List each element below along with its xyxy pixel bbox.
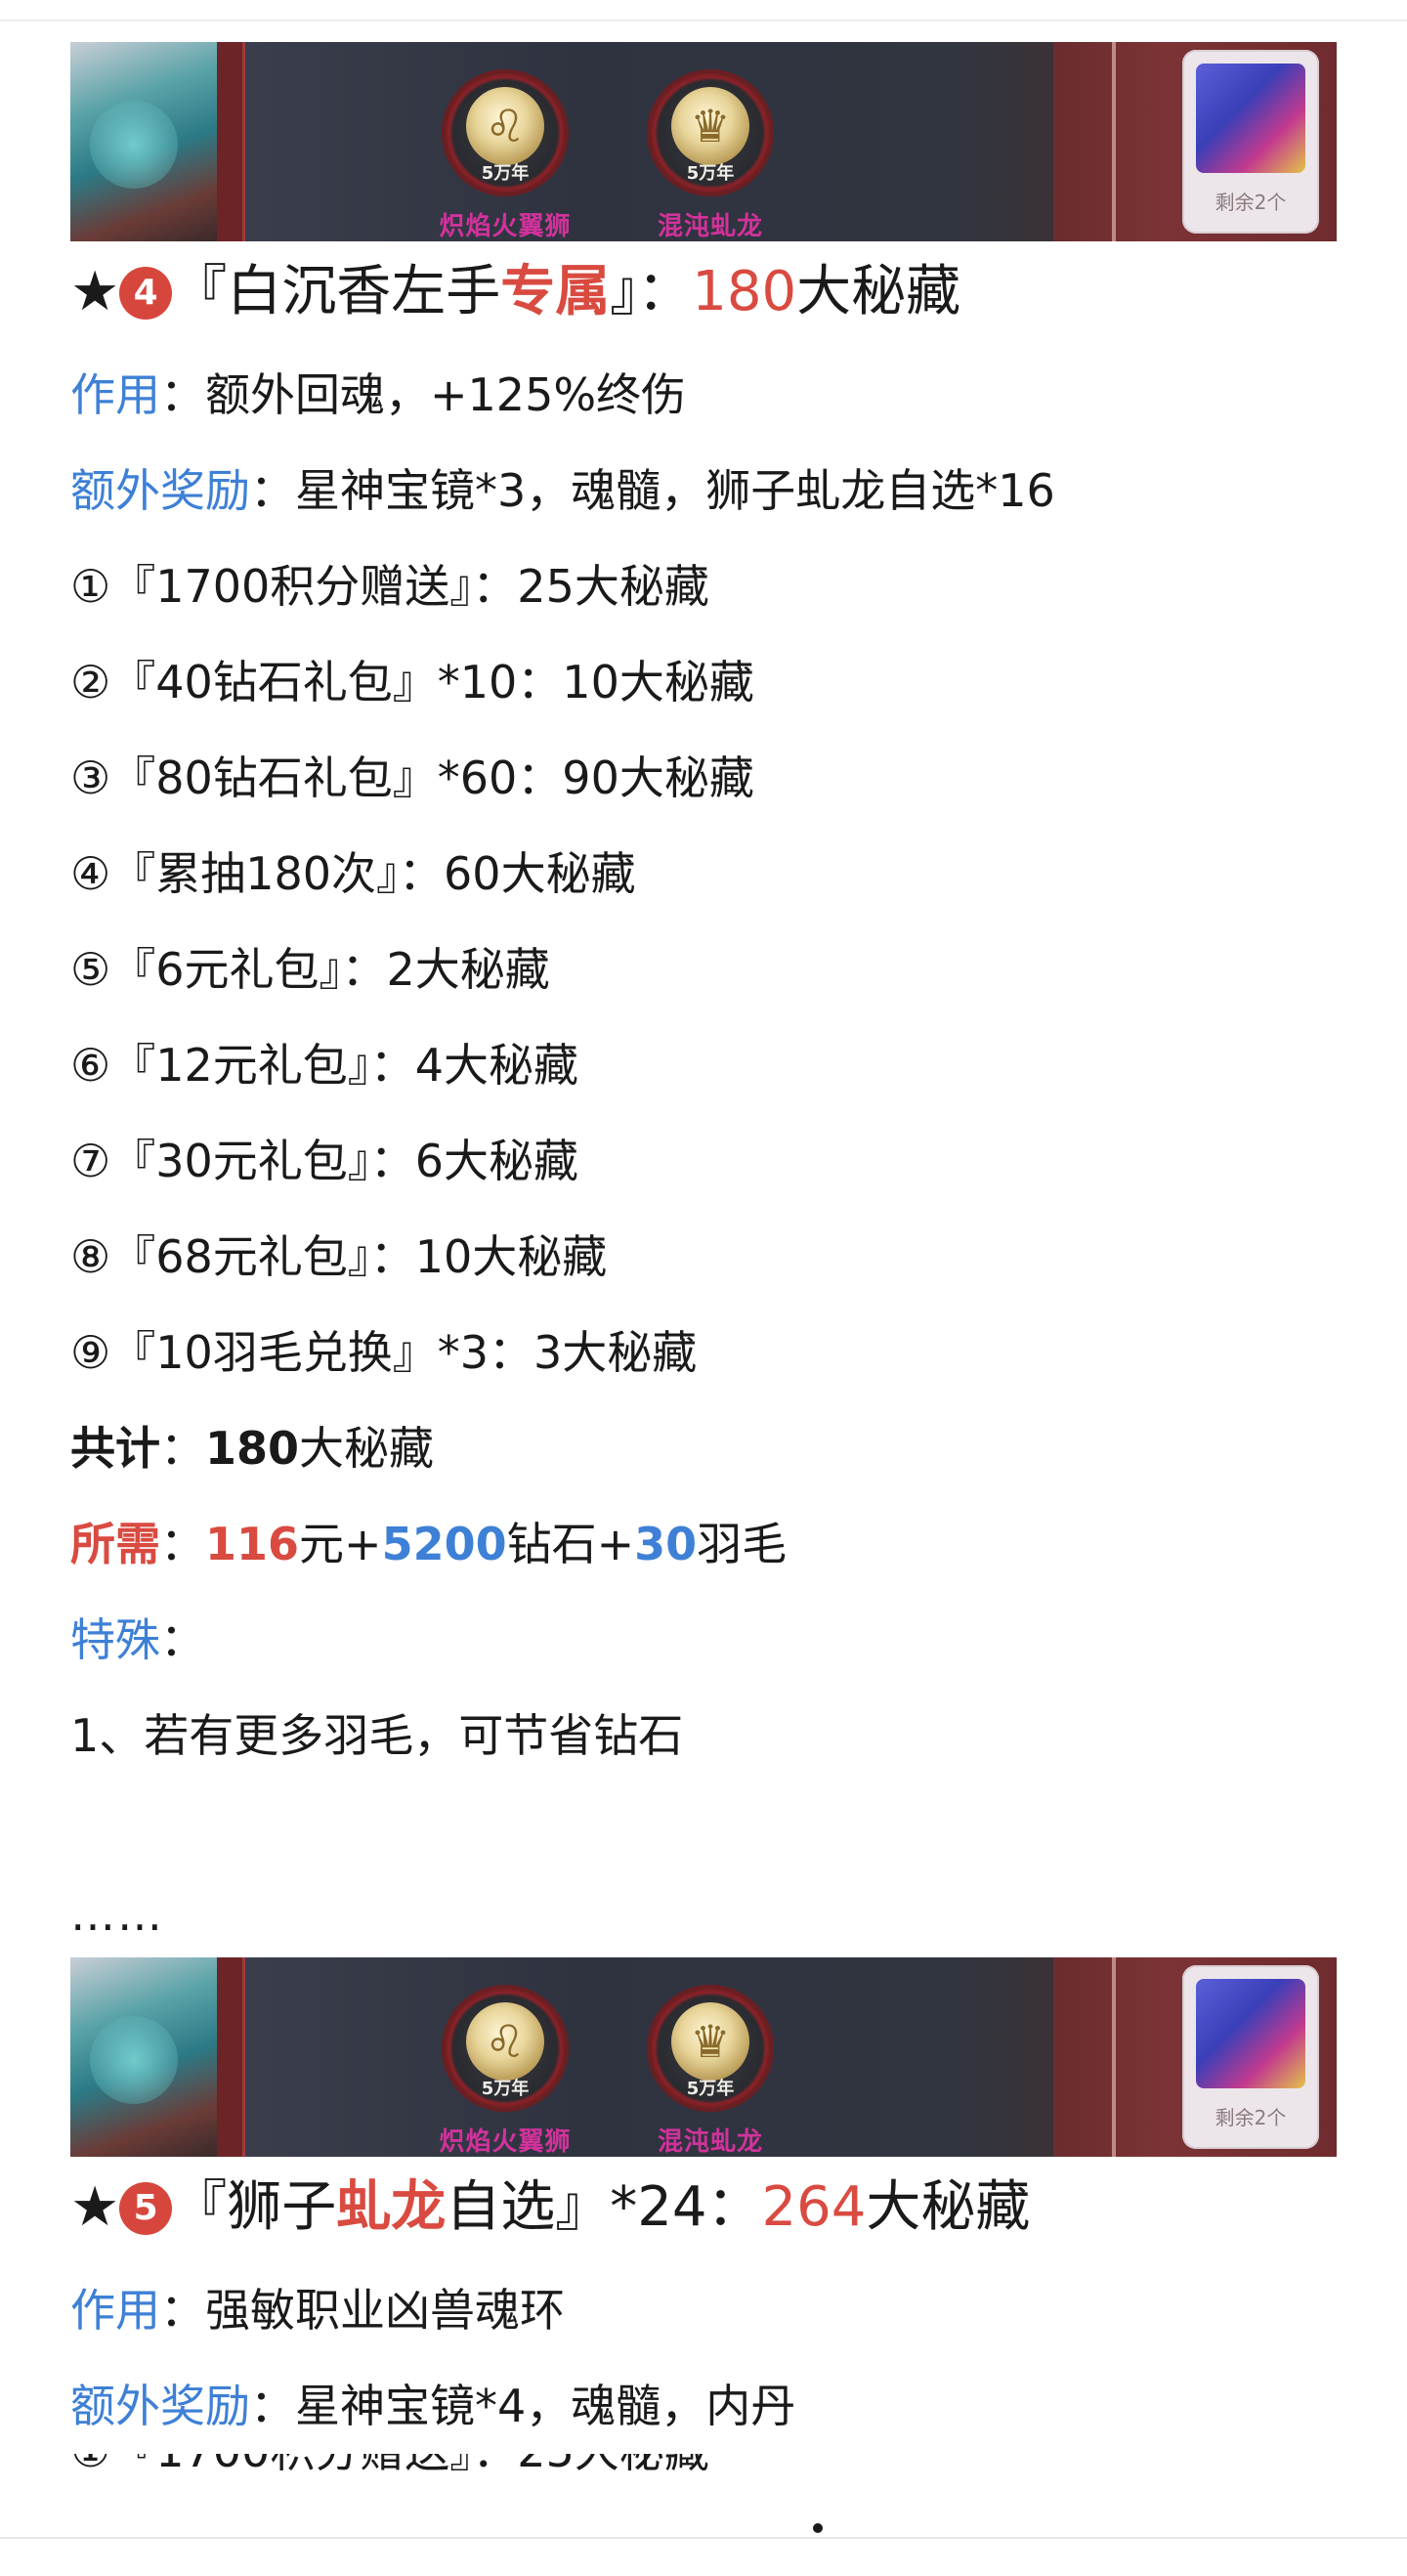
dragon-icon: ♛	[671, 87, 749, 165]
title-value: 180	[692, 260, 797, 323]
bonus-line: 额外奖励：星神宝镜*3，魂髓，狮子虬龙自选*16	[70, 464, 1055, 517]
total-line: 共计：180大秘藏	[70, 1422, 435, 1475]
game-banner-image: ♌ 5万年 炽焰火翼狮 ♛ 5万年 混沌虬龙 剩余2个	[70, 42, 1337, 241]
required-diamond: 5200	[381, 1518, 507, 1570]
emblem-name: 混沌虬龙	[657, 2127, 763, 2157]
top-divider	[0, 20, 1407, 21]
list-item: ①『1700积分赠送』：25大秘藏	[70, 2454, 1337, 2489]
list-item: ④『累抽180次』：60大秘藏	[70, 847, 636, 900]
list-item: ③『80钻石礼包』*60：90大秘藏	[70, 751, 754, 804]
emblem-tag: 5万年	[686, 163, 735, 184]
effect-text: 额外回魂，+125%终伤	[205, 368, 687, 421]
game-banner-image: ♌ 5万年 炽焰火翼狮 ♛ 5万年 混沌虬龙 剩余2个	[70, 1957, 1337, 2157]
reward-panel: 剩余2个	[1053, 1957, 1337, 2157]
character-art	[70, 1957, 217, 2157]
required-feather: 30	[634, 1518, 698, 1570]
list-item: ①『1700积分赠送』：25大秘藏	[70, 560, 709, 613]
effect-label: 作用	[70, 2284, 160, 2337]
treasure-box-icon	[1196, 64, 1305, 173]
lion-icon: ♌	[466, 87, 544, 165]
star-icon: ★	[70, 2175, 120, 2239]
section-title: ★ 5 『狮子虬龙自选』*24：264大秘藏	[70, 2175, 1031, 2239]
banner-frame	[217, 42, 245, 241]
remaining-count: 剩余2个	[1215, 191, 1287, 214]
emblem-tag: 5万年	[481, 163, 530, 184]
emblem-name: 炽焰火翼狮	[439, 212, 572, 241]
special-line: 特殊：	[70, 1613, 205, 1666]
banner-frame	[217, 1957, 245, 2157]
title-value: 264	[761, 2175, 867, 2239]
total-label: 共计	[70, 1422, 160, 1475]
lion-emblem: ♌ 5万年	[442, 1985, 569, 2112]
cut-off-line: ①『1700积分赠送』：25大秘藏	[70, 2454, 1337, 2489]
number-badge: 5	[119, 2182, 173, 2235]
section-title: ★ 4 『白沉香左手专属』：180大秘藏	[70, 260, 961, 323]
list-item: ⑦『30元礼包』：6大秘藏	[70, 1135, 579, 1187]
list-item: ⑨『10羽毛兑换』*3：3大秘藏	[70, 1326, 698, 1379]
special-label: 特殊	[70, 1613, 160, 1666]
lion-icon: ♌	[466, 2002, 544, 2081]
scroll-dot	[813, 2523, 823, 2533]
effect-line: 作用：额外回魂，+125%终伤	[70, 368, 687, 421]
emblem-tag: 5万年	[481, 2079, 530, 2099]
reward-panel: 剩余2个	[1053, 42, 1337, 241]
bonus-text: 星神宝镜*4，魂髓，内丹	[295, 2380, 796, 2432]
dragon-emblem: ♛ 5万年	[647, 69, 774, 196]
required-yuan: 116	[205, 1518, 300, 1570]
effect-text: 强敏职业凶兽魂环	[205, 2284, 565, 2337]
bonus-label: 额外奖励	[70, 2380, 250, 2432]
title-highlight: 虬龙	[336, 2175, 447, 2239]
emblem-name: 炽焰火翼狮	[439, 2127, 572, 2157]
number-badge: 4	[119, 267, 173, 320]
article-body: ♌ 5万年 炽焰火翼狮 ♛ 5万年 混沌虬龙 剩余2个 ★ 4 『白沉香左手专属』：…	[70, 42, 1337, 2489]
required-label: 所需	[70, 1518, 160, 1570]
star-icon: ★	[70, 260, 120, 323]
remaining-count: 剩余2个	[1215, 2106, 1287, 2129]
special-note: 1、若有更多羽毛，可节省钻石	[70, 1709, 684, 1762]
list-item: ⑧『68元礼包』：10大秘藏	[70, 1230, 608, 1283]
treasure-box-icon	[1196, 1979, 1305, 2088]
ellipsis: ……	[70, 1888, 164, 1941]
emblem-name: 混沌虬龙	[657, 212, 763, 241]
emblem-tag: 5万年	[686, 2079, 735, 2099]
character-art	[70, 42, 217, 241]
dragon-icon: ♛	[671, 2002, 749, 2081]
bonus-text: 星神宝镜*3，魂髓，狮子虬龙自选*16	[295, 464, 1055, 517]
effect-line: 作用：强敏职业凶兽魂环	[70, 2284, 565, 2337]
reward-card: 剩余2个	[1182, 50, 1319, 234]
list-item: ②『40钻石礼包』*10：10大秘藏	[70, 656, 754, 708]
bonus-line: 额外奖励：星神宝镜*4，魂髓，内丹	[70, 2380, 796, 2432]
bonus-label: 额外奖励	[70, 464, 250, 517]
dragon-emblem: ♛ 5万年	[647, 1985, 774, 2112]
list-item: ⑤『6元礼包』：2大秘藏	[70, 943, 550, 996]
lion-emblem: ♌ 5万年	[442, 69, 569, 196]
required-line: 所需：116元+5200钻石+30羽毛	[70, 1518, 788, 1570]
reward-card: 剩余2个	[1182, 1965, 1319, 2149]
effect-label: 作用	[70, 368, 160, 421]
total-value: 180	[205, 1422, 300, 1475]
list-item: ⑥『12元礼包』：4大秘藏	[70, 1039, 579, 1092]
bottom-divider	[0, 2537, 1407, 2539]
title-highlight: 专属	[500, 260, 611, 323]
